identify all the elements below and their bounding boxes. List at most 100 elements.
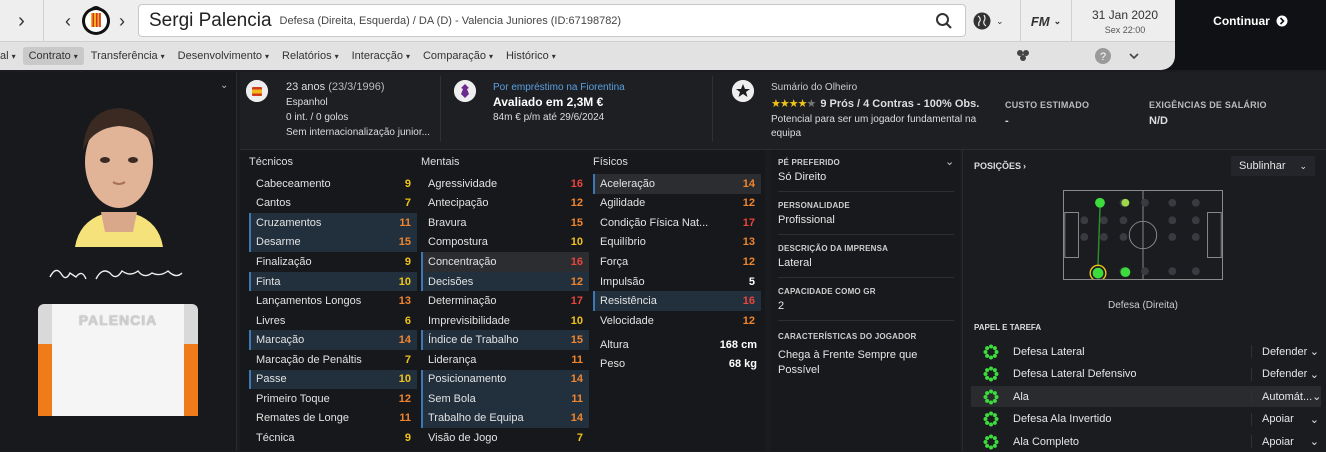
attribute-row[interactable]: Primeiro Toque 12 (249, 389, 417, 409)
attribute-row[interactable]: Concentração 16 (421, 252, 589, 272)
role-duty-dropdown[interactable]: Apoiar ⌄ (1251, 412, 1321, 426)
attribute-row[interactable]: Agilidade 12 (593, 194, 761, 214)
attribute-row[interactable]: Marcação 14 (249, 330, 417, 350)
player-title-bar[interactable]: Sergi Palencia Defesa (Direita, Esquerda… (138, 4, 966, 37)
next-button[interactable]: › (114, 0, 130, 42)
attribute-row[interactable]: Imprevisibilidade 10 (421, 311, 589, 331)
attribute-name: Impulsão (600, 275, 645, 288)
menu-item-label: Transferência (90, 50, 158, 62)
menu-item-label: Desenvolvimento (177, 50, 263, 62)
attribute-row[interactable]: Liderança 11 (421, 350, 589, 370)
player-profile-panel: ⌄ PALENCIA (0, 72, 237, 451)
physical-header: Físicos (593, 156, 628, 168)
menu-item-transfer[interactable]: Transferência ▾ (85, 47, 171, 65)
attribute-row[interactable]: Livres 6 (249, 311, 417, 331)
positions-title[interactable]: POSIÇÕES › (974, 161, 1026, 171)
height-row: Altura 168 cm (593, 335, 763, 355)
attribute-row[interactable]: Técnica 9 (249, 428, 417, 448)
attribute-value: 5 (748, 275, 755, 288)
role-duty-dropdown[interactable]: Automát... ⌄ (1251, 390, 1321, 403)
continue-button[interactable]: Continuar (1175, 0, 1326, 42)
attribute-row[interactable]: Sem Bola 11 (421, 389, 589, 409)
role-duty-dropdown[interactable]: Apoiar ⌄ (1251, 435, 1321, 448)
menu-item-contract[interactable]: Contrato ▾ (22, 47, 84, 65)
role-duty-dropdown[interactable]: Defender ⌄ (1251, 367, 1321, 381)
chevron-down-icon (1129, 53, 1139, 60)
menu-item-development[interactable]: Desenvolvimento ▾ (172, 47, 275, 65)
highlight-dropdown[interactable]: Sublinhar ⌄ (1231, 156, 1315, 176)
attribute-row[interactable]: Aceleração 14 (593, 174, 761, 194)
attribute-row[interactable]: Cantos 7 (249, 194, 417, 214)
menu-item-general[interactable]: al ▾ (0, 47, 22, 65)
attribute-row[interactable]: Remates de Longe 11 (249, 409, 417, 429)
role-duty-label: Defender (1262, 345, 1308, 358)
attribute-row[interactable]: Finta 10 (249, 271, 417, 292)
attribute-name: Finta (256, 275, 281, 288)
attribute-row[interactable]: Lançamentos Longos 13 (249, 291, 417, 311)
attribute-row[interactable]: Cabeceamento 9 (249, 174, 417, 194)
attribute-value: 16 (570, 255, 583, 268)
attribute-row[interactable]: Força 12 (593, 252, 761, 272)
attribute-row[interactable]: Desarme 15 (249, 232, 417, 253)
attribute-name: Desarme (256, 236, 301, 249)
attribute-row[interactable]: Equilíbrio 13 (593, 233, 761, 253)
attribute-row[interactable]: Impulsão 5 (593, 272, 761, 292)
chevron-down-icon: ⌄ (1309, 436, 1319, 448)
chevron-down-icon: ▾ (160, 52, 165, 61)
menu-item-interaction[interactable]: Interacção ▾ (346, 47, 416, 65)
gk-section: CAPACIDADE COMO GR 2 (778, 287, 954, 314)
role-row[interactable]: Defesa Lateral Defensivo Defender ⌄ (971, 364, 1321, 385)
attribute-row[interactable]: Velocidade 12 (593, 311, 761, 331)
menu-item-history[interactable]: Histórico ▾ (500, 47, 562, 65)
attribute-row[interactable]: Antecipação 12 (421, 194, 589, 214)
role-row[interactable]: Defesa Ala Invertido Apoiar ⌄ (971, 409, 1321, 430)
attribute-name: Cantos (256, 197, 291, 210)
role-name: Ala Completo (1013, 435, 1080, 448)
attribute-row[interactable]: Compostura 10 (421, 233, 589, 253)
attribute-row[interactable]: Cruzamentos 11 (249, 213, 417, 233)
attribute-row[interactable]: Trabalho de Equipa 14 (421, 408, 589, 429)
attribute-row[interactable]: Bravura 15 (421, 213, 589, 233)
attribute-row[interactable]: Posicionamento 14 (421, 369, 589, 389)
back-button[interactable]: ‹ (56, 0, 80, 42)
menu-item-label: Relatórios (282, 50, 332, 62)
role-row[interactable]: Ala Completo Apoiar ⌄ (971, 431, 1321, 452)
role-duty-dropdown[interactable]: Defender ⌄ (1251, 345, 1321, 358)
role-suitability-icon (983, 434, 999, 449)
attribute-row[interactable]: Passe 10 (249, 369, 417, 389)
attribute-row[interactable]: Decisões 12 (421, 271, 589, 292)
attribute-row[interactable]: Visão de Jogo 7 (421, 428, 589, 448)
svg-text:?: ? (1100, 51, 1106, 63)
menu-item-reports[interactable]: Relatórios ▾ (276, 47, 345, 65)
attribute-row[interactable]: Finalização 9 (249, 252, 417, 272)
language-button[interactable]: ⌄ (972, 8, 1010, 34)
role-suitability-icon (983, 344, 999, 359)
role-row[interactable]: Defesa Lateral Defender ⌄ (971, 341, 1321, 362)
club-crest-icon[interactable] (80, 3, 112, 39)
role-suitability-icon (983, 389, 999, 404)
fm-menu-button[interactable]: FM ⌄ (1020, 0, 1072, 42)
attribute-row[interactable]: Índice de Trabalho 15 (421, 330, 589, 350)
attribute-value: 9 (404, 177, 411, 190)
scout-star-icon (732, 80, 754, 102)
loan-label[interactable]: Por empréstimo na Fiorentina (493, 80, 625, 95)
attribute-row[interactable]: Determinação 17 (421, 291, 589, 311)
attribute-value: 10 (570, 236, 583, 249)
attribute-value: 13 (742, 236, 755, 249)
role-row[interactable]: Ala Automát... ⌄ (971, 386, 1321, 407)
attribute-row[interactable]: Condição Física Nat... 17 (593, 213, 761, 233)
forward-nav-button[interactable]: › (0, 0, 44, 42)
position-name: Defesa (Direita) (1107, 300, 1179, 311)
attribute-row[interactable]: Marcação de Penáltis 7 (249, 350, 417, 370)
role-duty-label: Apoiar (1262, 435, 1294, 448)
nationality-flag-icon (246, 80, 268, 102)
attribute-row[interactable]: Agressividade 16 (421, 174, 589, 194)
highlight-label: Sublinhar (1239, 160, 1286, 172)
gk-label: CAPACIDADE COMO GR (778, 287, 876, 296)
attribute-name: Compostura (428, 236, 488, 249)
cost-label: CUSTO ESTIMADO (1005, 100, 1090, 110)
menu-item-comparison[interactable]: Comparação ▾ (417, 47, 499, 65)
chevron-down-icon[interactable]: ⌄ (220, 80, 228, 91)
attribute-row[interactable]: Resistência 16 (593, 291, 761, 311)
search-icon[interactable] (935, 12, 953, 30)
